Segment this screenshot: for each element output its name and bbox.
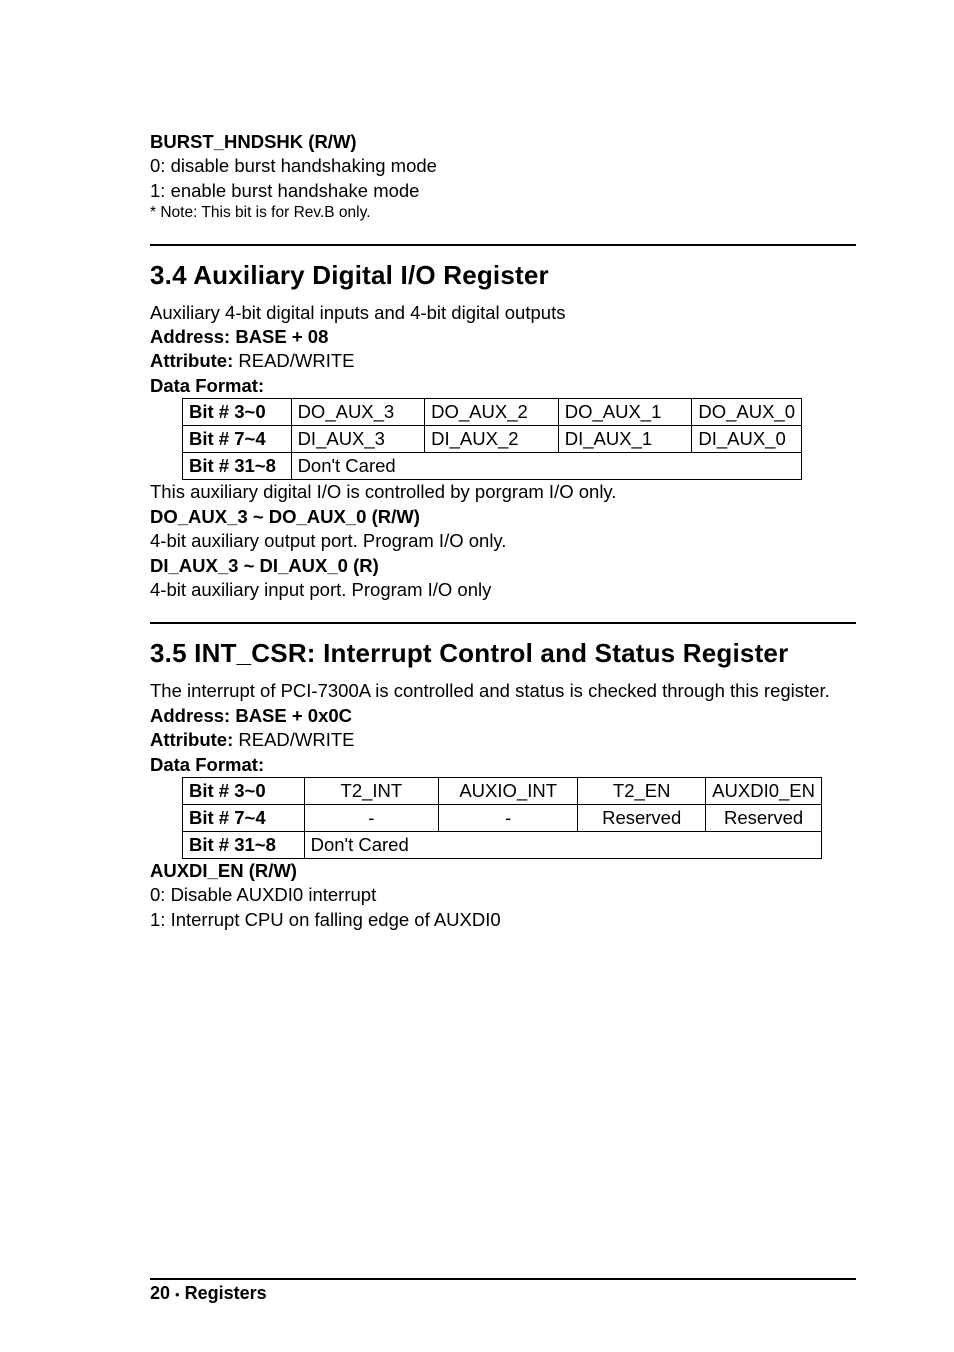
cell-auxio-int: AUXIO_INT [439,777,578,804]
cell-reserved-1: Reserved [706,804,822,831]
sec35-desc: The interrupt of PCI-7300A is controlled… [150,679,856,703]
do-aux-title: DO_AUX_3 ~ DO_AUX_0 (R/W) [150,505,856,529]
cell-dash-1: - [439,804,578,831]
table-row: Bit # 31~8 Don't Cared [183,453,802,480]
divider-34 [150,244,856,246]
sec34-attr-value: READ/WRITE [233,350,354,371]
cell-t2-en: T2_EN [578,777,706,804]
burst-line-1: 1: enable burst handshake mode [150,179,856,203]
cell-bit-31-8: Bit # 31~8 [183,453,292,480]
cell-do-aux-0: DO_AUX_0 [692,399,802,426]
cell-do-aux-1: DO_AUX_1 [558,399,692,426]
auxdi-line-0: 0: Disable AUXDI0 interrupt [150,883,856,907]
cell-di-aux-3: DI_AUX_3 [291,426,425,453]
cell-t2-int: T2_INT [304,777,439,804]
footer-divider [150,1278,856,1280]
sec34-after-table: This auxiliary digital I/O is controlled… [150,480,856,504]
sec34-desc: Auxiliary 4-bit digital inputs and 4-bit… [150,301,856,325]
table-row: Bit # 7~4 DI_AUX_3 DI_AUX_2 DI_AUX_1 DI_… [183,426,802,453]
table-row: Bit # 31~8 Don't Cared [183,831,822,858]
cell-bit-7-4: Bit # 7~4 [183,804,305,831]
cell-do-aux-3: DO_AUX_3 [291,399,425,426]
cell-dont-cared: Don't Cared [291,453,801,480]
burst-line-0: 0: disable burst handshaking mode [150,154,856,178]
cell-do-aux-2: DO_AUX_2 [425,399,559,426]
cell-bit-7-4: Bit # 7~4 [183,426,292,453]
burst-hndshk-block: BURST_HNDSHK (R/W) 0: disable burst hand… [150,130,856,224]
section-35-body: The interrupt of PCI-7300A is controlled… [150,679,856,932]
cell-di-aux-1: DI_AUX_1 [558,426,692,453]
do-aux-desc: 4-bit auxiliary output port. Program I/O… [150,529,856,553]
cell-reserved-0: Reserved [578,804,706,831]
sec35-attr-value: READ/WRITE [233,729,354,750]
table-row: Bit # 7~4 - - Reserved Reserved [183,804,822,831]
sec34-address: Address: BASE + 08 [150,325,856,349]
cell-bit-3-0: Bit # 3~0 [183,399,292,426]
cell-bit-31-8: Bit # 31~8 [183,831,305,858]
cell-di-aux-2: DI_AUX_2 [425,426,559,453]
footer-bullet: • [175,1287,180,1302]
burst-note: * Note: This bit is for Rev.B only. [150,203,856,223]
aux-dio-table: Bit # 3~0 DO_AUX_3 DO_AUX_2 DO_AUX_1 DO_… [182,398,802,480]
table-row: Bit # 3~0 DO_AUX_3 DO_AUX_2 DO_AUX_1 DO_… [183,399,802,426]
page-footer: 20 • Registers [150,1283,267,1304]
cell-di-aux-0: DI_AUX_0 [692,426,802,453]
divider-35 [150,622,856,624]
sec34-attr-label: Attribute: [150,350,233,371]
cell-bit-3-0: Bit # 3~0 [183,777,305,804]
section-34-heading: 3.4 Auxiliary Digital I/O Register [150,260,856,291]
table-row: Bit # 3~0 T2_INT AUXIO_INT T2_EN AUXDI0_… [183,777,822,804]
di-aux-desc: 4-bit auxiliary input port. Program I/O … [150,578,856,602]
sec34-attribute-line: Attribute: READ/WRITE [150,349,856,373]
cell-dont-cared: Don't Cared [304,831,821,858]
auxdi-en-title: AUXDI_EN (R/W) [150,859,856,883]
cell-dash-0: - [304,804,439,831]
sec35-dataformat-label: Data Format: [150,753,856,777]
sec34-dataformat-label: Data Format: [150,374,856,398]
section-34-body: Auxiliary 4-bit digital inputs and 4-bit… [150,301,856,603]
cell-auxdi0-en: AUXDI0_EN [706,777,822,804]
footer-section-label: Registers [185,1283,267,1303]
footer-page-number: 20 [150,1283,170,1303]
burst-hndshk-title: BURST_HNDSHK (R/W) [150,130,856,154]
sec35-attr-label: Attribute: [150,729,233,750]
document-page: BURST_HNDSHK (R/W) 0: disable burst hand… [0,0,954,1352]
sec35-attribute-line: Attribute: READ/WRITE [150,728,856,752]
int-csr-table: Bit # 3~0 T2_INT AUXIO_INT T2_EN AUXDI0_… [182,777,822,859]
sec35-address: Address: BASE + 0x0C [150,704,856,728]
auxdi-line-1: 1: Interrupt CPU on falling edge of AUXD… [150,908,856,932]
section-35-heading: 3.5 INT_CSR: Interrupt Control and Statu… [150,638,856,669]
di-aux-title: DI_AUX_3 ~ DI_AUX_0 (R) [150,554,856,578]
